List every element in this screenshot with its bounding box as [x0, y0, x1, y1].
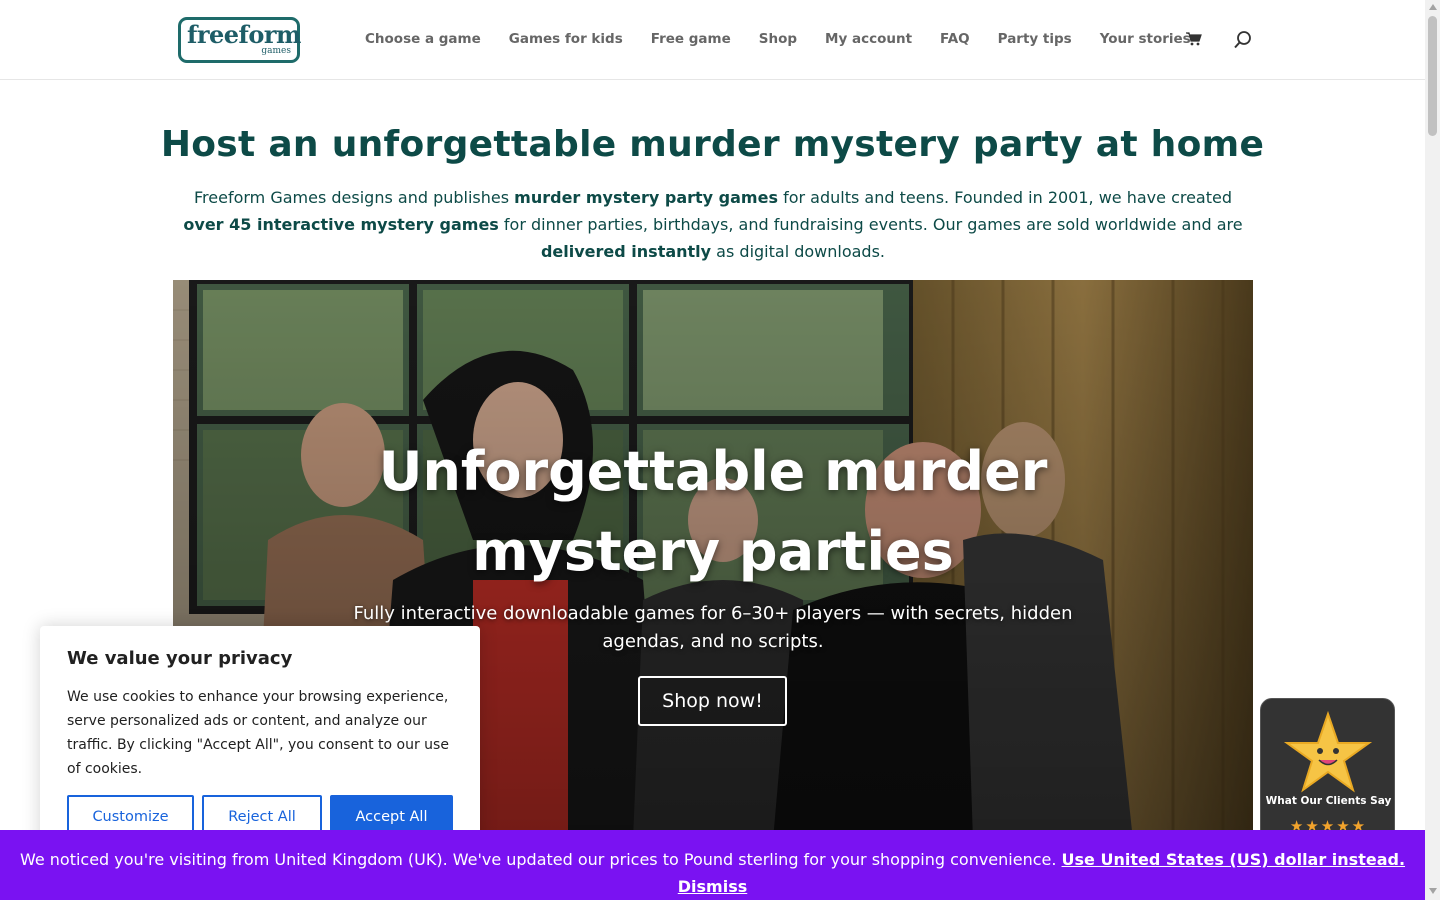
- currency-notice-text: We noticed you're visiting from United K…: [19, 850, 1062, 869]
- intro-paragraph: Freeform Games designs and publishes mur…: [183, 188, 1243, 261]
- logo-subtext: games: [261, 46, 291, 56]
- nav-choose-a-game[interactable]: Choose a game: [365, 31, 481, 47]
- page-title: Host an unforgettable murder mystery par…: [160, 124, 1265, 165]
- use-usd-link[interactable]: Use United States (US) dollar instead.: [1062, 850, 1406, 869]
- nav-faq[interactable]: FAQ: [940, 31, 970, 47]
- shopping-cart-icon[interactable]: [1186, 32, 1202, 46]
- reviews-label: What Our Clients Say: [1265, 795, 1392, 807]
- cookie-consent-banner: We value your privacy We use cookies to …: [40, 626, 480, 860]
- scrollbar-thumb[interactable]: [1428, 16, 1437, 136]
- cookie-title: We value your privacy: [67, 648, 293, 669]
- page-scrollbar[interactable]: [1425, 0, 1440, 900]
- nav-party-tips[interactable]: Party tips: [998, 31, 1072, 47]
- nav-free-game[interactable]: Free game: [651, 31, 731, 47]
- smiling-star-icon: [1283, 710, 1373, 793]
- nav-my-account[interactable]: My account: [825, 31, 912, 47]
- main-navigation: Choose a game Games for kids Free game S…: [365, 31, 1219, 47]
- nav-shop[interactable]: Shop: [759, 31, 797, 47]
- client-reviews-widget[interactable]: What Our Clients Say ★★★★★: [1260, 698, 1395, 838]
- dismiss-link[interactable]: Dismiss: [678, 877, 748, 896]
- hero-heading: Unforgettable murder mystery parties: [378, 440, 1048, 583]
- scroll-up-arrow-icon[interactable]: [1429, 4, 1437, 10]
- freeform-games-logo[interactable]: freeform games: [178, 17, 301, 63]
- currency-notice-bar: We noticed you're visiting from United K…: [0, 830, 1425, 900]
- nav-games-for-kids[interactable]: Games for kids: [509, 31, 623, 47]
- site-header: freeform games Choose a game Games for k…: [0, 0, 1425, 80]
- shop-now-button[interactable]: Shop now!: [638, 676, 787, 726]
- nav-your-stories[interactable]: Your stories: [1100, 31, 1191, 47]
- search-icon[interactable]: [1233, 30, 1253, 50]
- logo-wordmark: freeform: [187, 20, 301, 49]
- cookie-description: We use cookies to enhance your browsing …: [67, 689, 449, 777]
- scroll-down-arrow-icon[interactable]: [1429, 888, 1437, 894]
